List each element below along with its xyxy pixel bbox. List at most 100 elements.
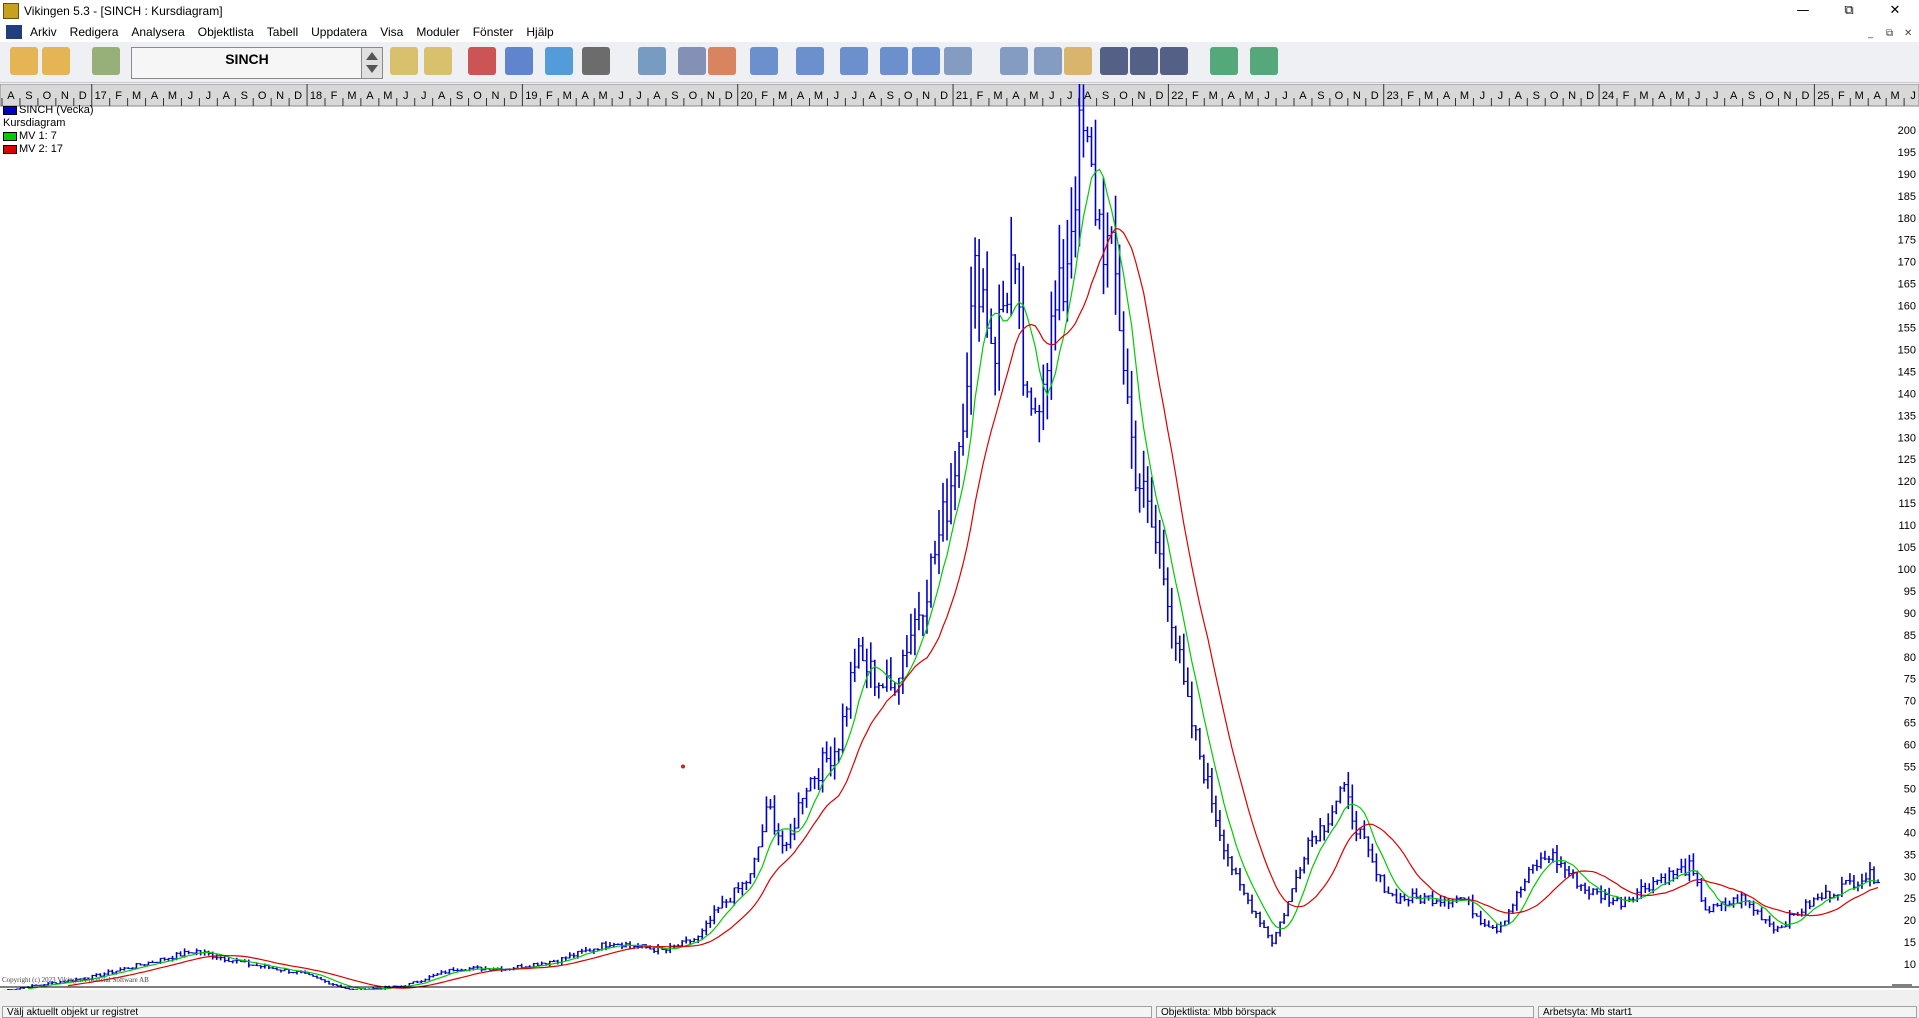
month-label: A: [1874, 90, 1882, 102]
y-tick-label: 195: [1898, 147, 1916, 159]
month-label: D: [725, 90, 733, 102]
chart-area[interactable]: A S O N D 17 F M A M J J A S O N D 18 F M A M J J A S O N D 19 F M A M J J A…: [0, 84, 1919, 990]
edit-list-icon[interactable]: [390, 47, 418, 75]
y-tick-label: 160: [1898, 301, 1916, 313]
month-label: N: [276, 90, 284, 102]
y-tick-label: 90: [1904, 608, 1916, 620]
menu-uppdatera[interactable]: Uppdatera: [311, 25, 367, 39]
month-label: S: [241, 90, 248, 102]
month-label: J: [1480, 90, 1486, 102]
calendar-month-icon[interactable]: [1034, 47, 1062, 75]
palette-icon[interactable]: [708, 47, 736, 75]
menu-tabell[interactable]: Tabell: [267, 25, 298, 39]
maximize-button[interactable]: ⧉: [1826, 0, 1872, 22]
menu-objektlista[interactable]: Objektlista: [198, 25, 254, 39]
legend-label-ma2: MV 2: 17: [19, 143, 64, 155]
month-label: M: [1891, 90, 1900, 102]
legend-label-series: SINCH (Vecka): [19, 104, 94, 116]
month-label: J: [636, 90, 642, 102]
line-icon[interactable]: [1160, 47, 1188, 75]
month-label: O: [43, 90, 52, 102]
year-label: 17: [95, 90, 107, 102]
month-label: N: [1137, 90, 1145, 102]
year-label: 19: [525, 90, 537, 102]
camera-icon[interactable]: [582, 47, 610, 75]
chart-edit-icon[interactable]: [424, 47, 452, 75]
legend-label-ma1: MV 1: 7: [19, 130, 57, 142]
calendar-day-icon[interactable]: [944, 47, 972, 75]
mdi-minimize-button[interactable]: _: [1868, 28, 1873, 39]
export-icon[interactable]: [42, 47, 70, 75]
month-label: N: [61, 90, 69, 102]
open-icon[interactable]: [10, 47, 38, 75]
y-tick-label: 85: [1904, 630, 1916, 642]
y-tick-label: 100: [1898, 564, 1916, 576]
month-label: M: [383, 90, 392, 102]
calendar-edit-icon[interactable]: [1064, 47, 1092, 75]
month-label: O: [904, 90, 913, 102]
month-label: M: [778, 90, 787, 102]
y-tick-label: 140: [1898, 388, 1916, 400]
month-label: F: [1838, 90, 1845, 102]
month-label: N: [922, 90, 930, 102]
menu-arkiv[interactable]: Arkiv: [30, 25, 57, 39]
month-label: F: [1192, 90, 1199, 102]
print-icon[interactable]: [678, 47, 706, 75]
symbol-spinner[interactable]: [361, 47, 383, 79]
menu-visa[interactable]: Visa: [380, 25, 403, 39]
minimize-button[interactable]: —: [1780, 0, 1826, 22]
menu-moduler[interactable]: Moduler: [416, 25, 459, 39]
month-label: A: [1658, 90, 1666, 102]
mdi-restore-button[interactable]: ⧉: [1886, 28, 1893, 39]
month-label: J: [1282, 90, 1288, 102]
refresh-icon[interactable]: [545, 47, 573, 75]
chart-legend: SINCH (Vecka) Kursdiagram MV 1: 7 MV 2: …: [3, 104, 94, 156]
month-label: A: [1443, 90, 1451, 102]
month-label: N: [1353, 90, 1361, 102]
print-setup-icon[interactable]: [638, 47, 666, 75]
calendar-week-icon[interactable]: [1000, 47, 1028, 75]
candles-icon[interactable]: [468, 47, 496, 75]
bars-icon[interactable]: [1130, 47, 1158, 75]
price-chart[interactable]: A S O N D 17 F M A M J J A S O N D 18 F M A M J J A S O N D 19 F M A M J J A…: [0, 84, 1919, 990]
candlestick-icon[interactable]: [1100, 47, 1128, 75]
month-label: J: [618, 90, 624, 102]
globe-icon[interactable]: [1210, 47, 1238, 75]
status-object-list: Objektlista: Mbb börspack: [1156, 1006, 1534, 1018]
legend-swatch-ma2: [3, 144, 17, 154]
month-label: D: [1586, 90, 1594, 102]
y-tick-label: 10: [1904, 959, 1916, 971]
month-label: N: [1783, 90, 1791, 102]
month-label: M: [599, 90, 608, 102]
year-label: 18: [310, 90, 322, 102]
window-close-icon[interactable]: [750, 47, 778, 75]
window-back-icon[interactable]: [796, 47, 824, 75]
symbol-field[interactable]: SINCH: [131, 47, 363, 79]
year-label: 20: [741, 90, 753, 102]
window-stack-icon[interactable]: [880, 47, 908, 75]
document-icon[interactable]: [6, 25, 22, 39]
month-label: J: [1498, 90, 1504, 102]
status-workspace: Arbetsyta: Mb start1: [1538, 1006, 1917, 1018]
month-label: A: [1515, 90, 1523, 102]
window-title: Vikingen 5.3 - [SINCH : Kursdiagram]: [24, 4, 223, 18]
truck-icon[interactable]: [1250, 47, 1278, 75]
month-label: D: [1371, 90, 1379, 102]
month-label: J: [1910, 90, 1916, 102]
month-label: D: [940, 90, 948, 102]
window-grid-icon[interactable]: [912, 47, 940, 75]
close-button[interactable]: ✕: [1872, 0, 1918, 22]
month-label: D: [79, 90, 87, 102]
status-bar: Välj aktuellt objekt ur registret Objekt…: [0, 1004, 1919, 1018]
list-icon[interactable]: [92, 47, 120, 75]
info-icon[interactable]: [505, 47, 533, 75]
mdi-close-button[interactable]: ✕: [1904, 28, 1912, 39]
menu-redigera[interactable]: Redigera: [70, 25, 119, 39]
menu-analysera[interactable]: Analysera: [131, 25, 184, 39]
menu-fonster[interactable]: Fönster: [473, 25, 514, 39]
month-label: M: [1639, 90, 1648, 102]
month-label: M: [1424, 90, 1433, 102]
y-tick-label: 105: [1898, 542, 1916, 554]
window-forward-icon[interactable]: [840, 47, 868, 75]
menu-hjalp[interactable]: Hjälp: [526, 25, 553, 39]
